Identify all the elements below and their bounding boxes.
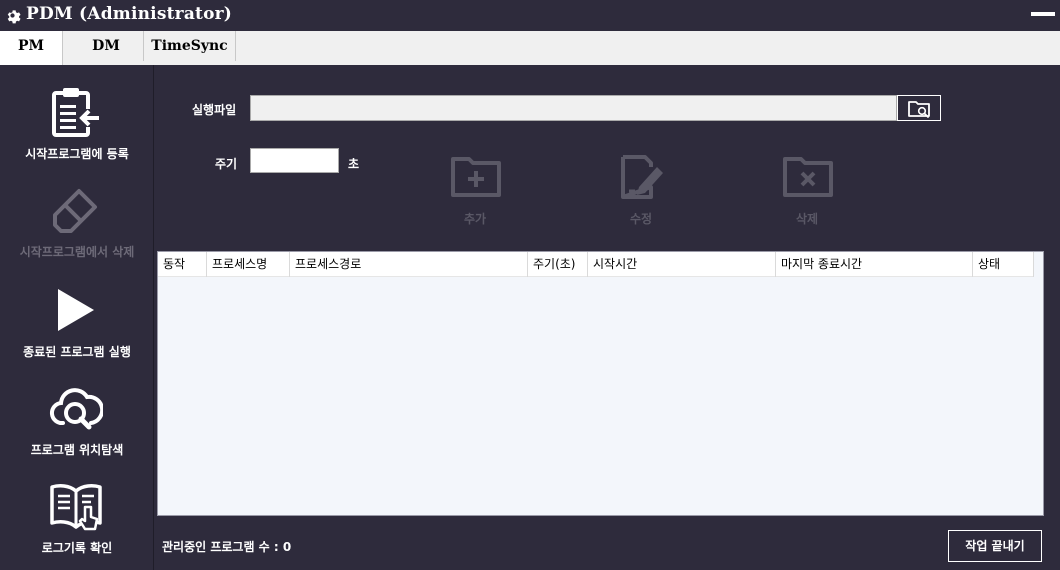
column-header-process-name[interactable]: 프로세스명: [207, 252, 290, 277]
sidebar-item-run-terminated[interactable]: 종료된 프로그램 실행: [0, 283, 154, 379]
managed-count-label: 관리중인 프로그램 수 : 0: [162, 540, 292, 554]
title-bar: PDM (Administrator): [0, 0, 1060, 31]
table-header: 동작 프로세스명 프로세스경로 주기(초) 시작시간 마지막 종료시간 상태: [158, 252, 1034, 277]
process-table[interactable]: 동작 프로세스명 프로세스경로 주기(초) 시작시간 마지막 종료시간 상태: [157, 251, 1044, 516]
finish-task-button[interactable]: 작업 끝내기: [948, 530, 1042, 562]
sidebar-item-label: 시작프로그램에서 삭제: [19, 245, 135, 259]
exec-file-input[interactable]: [250, 95, 897, 121]
minimize-icon: [1031, 12, 1055, 16]
play-icon: [58, 289, 94, 331]
column-header-process-path[interactable]: 프로세스경로: [290, 252, 528, 277]
sidebar-item-label: 로그기록 확인: [41, 541, 113, 555]
column-header-status[interactable]: 상태: [973, 252, 1034, 277]
column-header-start-time[interactable]: 시작시간: [588, 252, 776, 277]
delete-button[interactable]: 삭제: [767, 153, 847, 229]
cloud-search-icon: [50, 388, 103, 430]
clipboard-import-icon: [52, 88, 99, 137]
sidebar-item-view-logs[interactable]: 로그기록 확인: [0, 479, 154, 570]
folder-delete-icon: [783, 157, 833, 197]
browse-button[interactable]: [897, 95, 941, 121]
main-panel: 실행파일 주기 초 추가 수정 삭제 동작 프로세스명 프로세스경로 주기(초)…: [155, 65, 1060, 570]
folder-search-icon: [908, 101, 930, 118]
folder-add-icon: [451, 157, 501, 197]
exec-file-label: 실행파일: [192, 103, 237, 117]
edit-button-label: 수정: [629, 212, 653, 226]
sidebar-item-register-startup[interactable]: 시작프로그램에 등록: [0, 85, 154, 181]
sidebar-item-remove-startup[interactable]: 시작프로그램에서 삭제: [0, 183, 154, 279]
delete-button-label: 삭제: [795, 212, 819, 226]
book-pointer-icon: [50, 484, 102, 531]
column-header-last-end-time[interactable]: 마지막 종료시간: [776, 252, 973, 277]
gear-icon: [7, 10, 21, 24]
sidebar-item-label: 종료된 프로그램 실행: [23, 345, 131, 359]
column-header-action[interactable]: 동작: [158, 252, 207, 277]
tab-timesync[interactable]: TimeSync: [144, 31, 236, 61]
add-button[interactable]: 추가: [435, 153, 515, 229]
sidebar-item-label: 프로그램 위치탐색: [30, 443, 124, 457]
cycle-input[interactable]: [250, 148, 339, 173]
cycle-label: 주기: [215, 157, 238, 171]
sidebar-item-label: 시작프로그램에 등록: [25, 147, 129, 161]
tab-dm[interactable]: DM: [69, 31, 144, 61]
cycle-unit-label: 초: [348, 157, 360, 171]
minimize-button[interactable]: [1031, 12, 1055, 17]
tab-strip: PM DM TimeSync: [0, 31, 1060, 65]
window-title: PDM (Administrator): [26, 4, 233, 24]
file-edit-icon: [621, 155, 663, 199]
sidebar: 시작프로그램에 등록 시작프로그램에서 삭제 종료된 프로그램 실행 프로그램 …: [0, 65, 154, 570]
edit-button[interactable]: 수정: [601, 153, 681, 229]
column-header-cycle[interactable]: 주기(초): [528, 252, 588, 277]
eraser-icon: [53, 189, 97, 233]
tab-pm[interactable]: PM: [0, 31, 63, 65]
add-button-label: 추가: [463, 212, 487, 226]
sidebar-item-locate-program[interactable]: 프로그램 위치탐색: [0, 383, 154, 479]
